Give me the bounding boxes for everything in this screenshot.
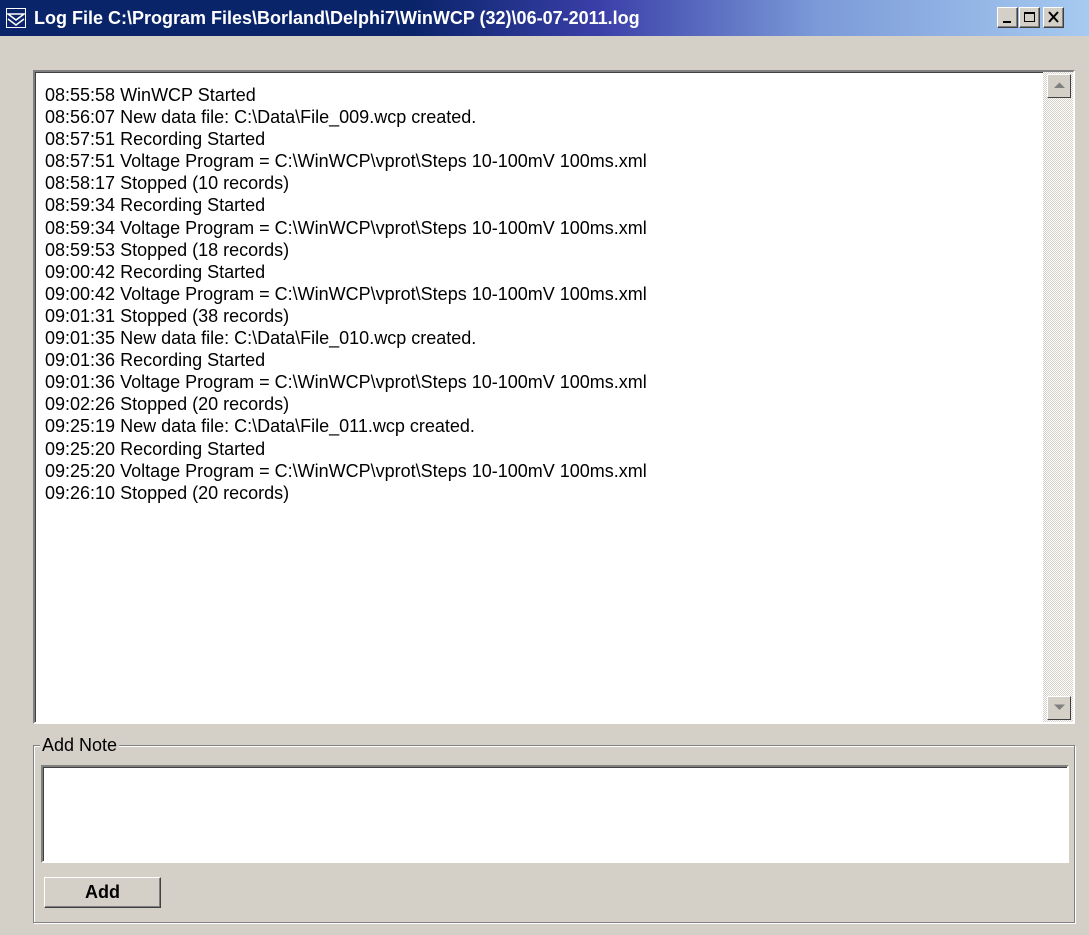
minimize-button[interactable] [997, 7, 1018, 28]
log-line: 08:57:51 Recording Started [45, 129, 266, 150]
log-line: 08:57:51 Voltage Program = C:\WinWCP\vpr… [45, 151, 647, 172]
close-icon [1048, 11, 1059, 23]
log-line: 08:59:34 Voltage Program = C:\WinWCP\vpr… [45, 217, 647, 238]
maximize-icon [1024, 12, 1035, 22]
log-line: 08:55:58 WinWCP Started [45, 85, 256, 105]
log-line: 09:02:26 Stopped (20 records) [45, 394, 290, 415]
log-line: 09:01:31 Stopped (38 records) [45, 305, 290, 326]
title-bar[interactable]: Log File C:\Program Files\Borland\Delphi… [0, 0, 1089, 36]
scroll-up-button[interactable] [1047, 74, 1071, 98]
log-line: 09:00:42 Recording Started [45, 261, 266, 282]
log-line: 08:59:53 Stopped (18 records) [45, 239, 290, 260]
vertical-scrollbar[interactable] [1043, 72, 1073, 722]
add-note-label: Add Note [40, 734, 120, 756]
app-icon [5, 8, 27, 28]
log-line: 09:00:42 Voltage Program = C:\WinWCP\vpr… [45, 283, 647, 304]
log-lines: 08:55:58 WinWCP Started 08:56:07 New data… [45, 84, 1035, 504]
log-line: 09:01:36 Recording Started [45, 350, 266, 371]
log-line: 09:01:35 New data file: C:\Data\File_010… [45, 328, 477, 349]
note-input[interactable] [41, 765, 1069, 863]
maximize-button[interactable] [1019, 7, 1040, 28]
log-line: 09:25:20 Voltage Program = C:\WinWCP\vpr… [45, 460, 647, 481]
log-file-window: Log File C:\Program Files\Borland\Delphi… [0, 0, 1089, 935]
minimize-icon [1003, 21, 1011, 23]
log-text-area[interactable]: 08:55:58 WinWCP Started 08:56:07 New data… [33, 70, 1075, 724]
add-button[interactable]: Add [44, 877, 161, 908]
log-line: 09:25:20 Recording Started [45, 438, 266, 459]
log-line: 09:01:36 Voltage Program = C:\WinWCP\vpr… [45, 372, 647, 393]
close-button[interactable] [1043, 7, 1064, 28]
log-line: 09:25:19 New data file: C:\Data\File_011… [45, 416, 475, 437]
log-line: 08:59:34 Recording Started [45, 195, 266, 216]
log-line: 08:58:17 Stopped (10 records) [45, 173, 290, 194]
log-line: 09:26:10 Stopped (20 records) [45, 482, 290, 503]
scroll-down-button[interactable] [1047, 696, 1071, 720]
add-note-group: Add Note Add [33, 734, 1075, 923]
arrow-up-icon [1054, 82, 1065, 88]
arrow-down-icon [1054, 704, 1065, 710]
log-line: 08:56:07 New data file: C:\Data\File_009… [45, 107, 477, 128]
window-title: Log File C:\Program Files\Borland\Delphi… [34, 8, 640, 28]
